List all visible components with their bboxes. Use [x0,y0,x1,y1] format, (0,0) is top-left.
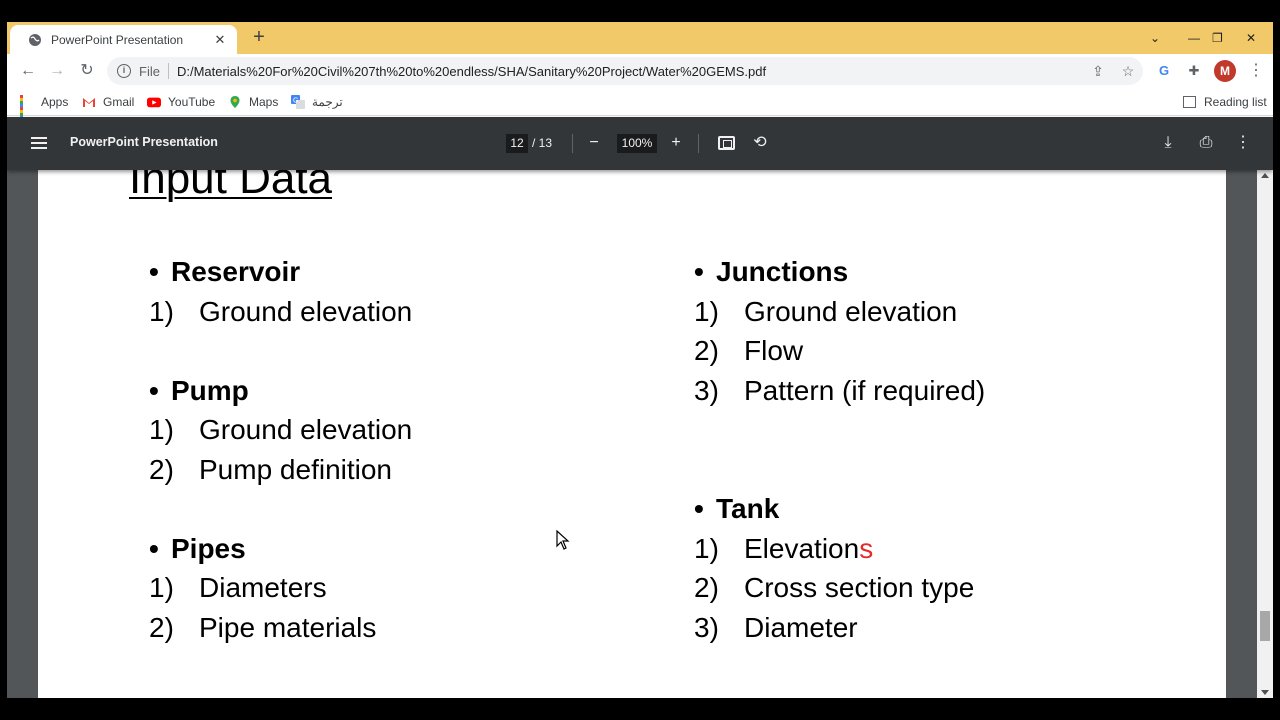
pdf-viewer: PowerPoint Presentation 12 / 13 − 100% +… [7,117,1273,698]
list-item: 3) Pattern (if required) [694,375,986,406]
forward-arrow-icon[interactable]: → [47,61,67,81]
toolbar-divider [698,134,699,153]
page-number-input[interactable]: 12 [506,134,528,153]
bookmark-label: Apps [41,95,69,109]
url-scheme-label: File [139,63,160,79]
list-item: 2) Pump definition [149,454,393,485]
youtube-icon [147,97,161,108]
bookmark-translate[interactable]: G ترجمة [291,93,343,111]
vertical-scrollbar[interactable] [1257,170,1273,698]
bookmark-label: ترجمة [312,95,343,109]
section-heading-reservoir: • Reservoir [149,256,301,287]
browser-window: PowerPoint Presentation ✕ + ⌄ — ❐ ✕ ← → … [7,22,1273,698]
close-window-button[interactable]: ✕ [1246,22,1256,54]
tab-close-icon[interactable]: ✕ [213,32,227,48]
bookmark-star-icon[interactable]: ☆ [1119,62,1137,80]
bookmark-label: Gmail [103,95,135,109]
gmail-icon [83,98,95,107]
scroll-down-arrow-icon[interactable] [1261,690,1269,695]
reading-list-label: Reading list [1204,95,1267,109]
section-heading-pump: • Pump [149,375,249,406]
bookmark-label: YouTube [168,95,216,109]
scrollbar-thumb[interactable] [1260,611,1270,641]
print-icon[interactable]: ⎙ [1196,133,1216,153]
svg-text:G: G [293,98,298,105]
minimize-button[interactable]: — [1188,22,1200,54]
list-item: 2) Flow [694,335,804,366]
pdf-title: PowerPoint Presentation [70,135,218,149]
translate-extension-icon[interactable]: G [1154,61,1174,81]
browser-tab[interactable]: PowerPoint Presentation ✕ [10,25,237,54]
url-text[interactable]: D:/Materials%20For%20Civil%207th%20to%20… [177,64,766,79]
slide-title: Input Data [129,170,333,203]
fit-to-page-icon[interactable] [718,136,735,150]
globe-icon [29,33,41,46]
list-item: 1) Ground elevation [149,296,413,327]
pdf-more-options-icon[interactable]: ⋮ [1233,133,1253,153]
bookmarks-bar: Apps Gmail YouTube Maps G ترجمة Reading … [7,88,1273,122]
list-item: 2) Pipe materials [149,612,377,643]
section-heading-pipes: • Pipes [149,533,246,564]
browser-toolbar: ← → ↻ i File D:/Materials%20For%20Civil%… [7,54,1273,88]
reading-list-icon [1183,96,1196,108]
pdf-page: Input Data • Reservoir 1) Ground elevation… [38,170,1226,698]
section-heading-tank: • Tank [694,493,780,524]
info-icon[interactable]: i [117,64,131,78]
tab-title: PowerPoint Presentation [51,32,184,47]
page-total: / 13 [532,136,553,150]
apps-grid-icon [20,95,34,122]
list-item: 2) Cross section type [694,572,975,603]
bookmark-maps[interactable]: Maps [228,93,278,111]
maps-pin-icon [230,96,240,108]
browser-menu-icon[interactable]: ⋮ [1248,61,1264,81]
menu-hamburger-icon[interactable] [31,137,47,149]
list-item: 1) Ground elevation [149,414,413,445]
bookmark-gmail[interactable]: Gmail [82,93,134,111]
profile-avatar[interactable]: M [1214,60,1236,82]
translate-icon: G [291,95,305,109]
scroll-up-arrow-icon[interactable] [1261,173,1269,178]
red-suffix: s [859,533,874,564]
toolbar-divider [572,134,573,153]
bookmark-apps[interactable]: Apps [20,93,69,122]
tab-search-icon[interactable]: ⌄ [1150,22,1160,54]
restore-button[interactable]: ❐ [1212,22,1223,54]
list-item: 1) Ground elevation [694,296,958,327]
download-icon[interactable]: ⤓ [1158,133,1178,153]
back-arrow-icon[interactable]: ← [18,61,38,81]
bookmark-youtube[interactable]: YouTube [147,93,215,111]
zoom-out-button[interactable]: − [584,133,604,153]
bookmark-label: Maps [249,95,279,109]
share-icon[interactable]: ⇪ [1089,62,1107,80]
list-item: 1) Elevations [694,533,874,564]
zoom-in-button[interactable]: + [666,133,686,153]
address-bar[interactable]: i File D:/Materials%20For%20Civil%207th%… [107,57,1143,85]
extensions-puzzle-icon[interactable]: ✚ [1184,61,1204,81]
new-tab-button[interactable]: + [249,27,269,48]
list-item: 1) Diameters [149,572,327,603]
pdf-toolbar: PowerPoint Presentation 12 / 13 − 100% +… [7,117,1273,170]
list-item: 3) Diameter [694,612,858,643]
mouse-cursor-icon [556,530,570,550]
reading-list-button[interactable]: Reading list [1183,93,1267,111]
zoom-level-input[interactable]: 100% [617,134,657,153]
section-heading-junctions: • Junctions [694,256,849,287]
reload-icon[interactable]: ↻ [77,61,97,81]
tab-strip: PowerPoint Presentation ✕ + ⌄ — ❐ ✕ [7,22,1273,54]
rotate-icon[interactable]: ⟲ [750,133,770,153]
address-separator [167,63,169,79]
